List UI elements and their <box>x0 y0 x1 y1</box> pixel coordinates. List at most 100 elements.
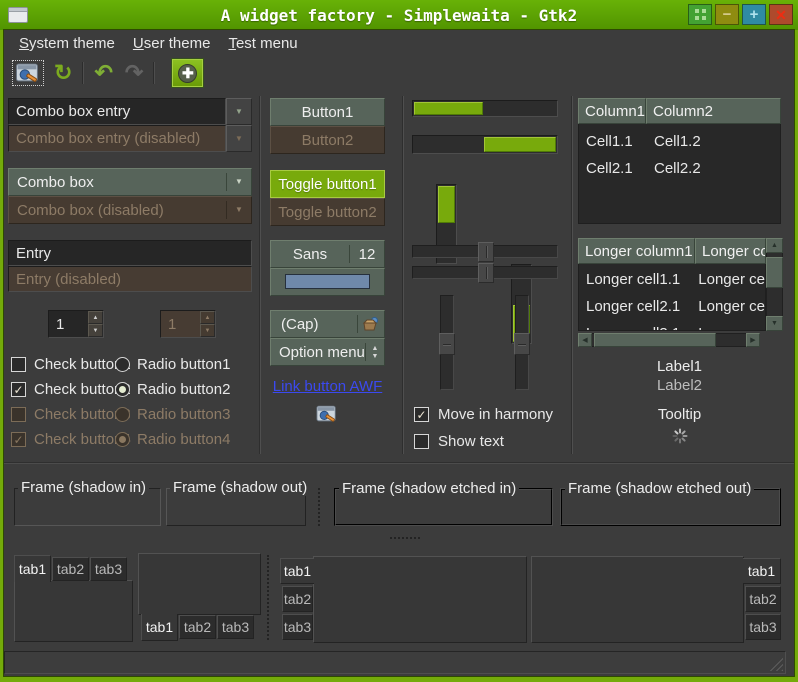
menu-user-theme[interactable]: User theme <box>124 32 220 55</box>
scale-handle[interactable] <box>478 263 494 283</box>
scrollbar-thumb[interactable] <box>594 333 716 347</box>
add-button[interactable]: ✚ <box>171 58 204 88</box>
menu-label: ser theme <box>144 35 211 52</box>
cell: Cell1.2 <box>645 133 701 150</box>
cell: Longer ce <box>693 271 765 288</box>
table-row[interactable]: Longer cell2.1 Longer ce <box>579 293 765 320</box>
combo-box-entry[interactable]: Combo box entry <box>8 98 226 125</box>
cell: Longer ce <box>693 325 765 331</box>
scroll-right-button[interactable]: ▶ <box>746 333 760 347</box>
app-window-icon <box>15 62 41 84</box>
tree1-header-column1[interactable]: Column1 <box>578 98 646 124</box>
combo-box-entry-arrow-button[interactable]: ▼ <box>226 98 252 125</box>
checkbox[interactable]: ✓ <box>414 407 429 422</box>
toggle-button1[interactable]: Toggle button1 <box>270 170 385 198</box>
spin-down-button[interactable]: ▼ <box>88 324 103 337</box>
table-row[interactable]: Cell2.1 Cell2.2 <box>579 155 780 182</box>
cell: Cell1.1 <box>579 133 645 150</box>
minimize-button[interactable]: − <box>715 4 739 25</box>
tree2-header-longer-column2[interactable]: Longer col <box>695 238 766 264</box>
table-row-partial[interactable]: Longer cell3.1 Longer ce <box>579 320 765 331</box>
radio-button[interactable] <box>115 357 130 372</box>
chevron-down-icon: ▼ <box>235 108 243 116</box>
scrollbar-thumb[interactable] <box>766 257 783 288</box>
combo-box-entry-disabled: Combo box entry (disabled) <box>8 125 226 152</box>
tab-top-3[interactable]: tab3 <box>90 557 127 581</box>
option-menu[interactable]: Option menu ▲ ▼ <box>270 338 385 366</box>
table-row[interactable]: Cell1.1 Cell1.2 <box>579 128 780 155</box>
horizontal-scale-1[interactable] <box>412 242 558 262</box>
shade-button[interactable] <box>688 4 712 25</box>
combo-text: Combo box (disabled) <box>9 202 226 219</box>
progress-fill <box>438 186 455 223</box>
link-button-awf[interactable]: Link button AWF <box>273 378 383 395</box>
scale-handle[interactable] <box>439 333 455 355</box>
notebook-left-content <box>313 556 527 643</box>
menu-system-theme[interactable]: System theme <box>10 32 124 55</box>
vertical-scale-2[interactable] <box>515 295 529 390</box>
tab-left-3[interactable]: tab3 <box>282 614 313 640</box>
spin-button[interactable]: 1 ▲ ▼ <box>48 310 104 338</box>
cell: Longer ce <box>693 298 765 315</box>
checkbox[interactable]: ✓ <box>11 382 26 397</box>
tooltip-label: Tooltip <box>578 406 781 423</box>
scroll-left-button[interactable]: ◀ <box>578 333 592 347</box>
scale-handle[interactable] <box>514 333 530 355</box>
menu-label: ystem theme <box>29 35 115 52</box>
toolbar-app-button[interactable] <box>12 60 44 86</box>
tab-top-2[interactable]: tab2 <box>52 557 89 581</box>
column-separator <box>402 96 404 454</box>
progress-fill <box>414 102 483 115</box>
cap-file-button[interactable]: (Cap) <box>270 310 385 338</box>
refresh-icon[interactable]: ↻ <box>54 62 72 84</box>
maximize-button[interactable]: + <box>742 4 766 25</box>
scale-handle[interactable] <box>478 242 494 262</box>
vertical-scrollbar[interactable]: ▲ ▼ <box>766 238 783 331</box>
tab-top-1[interactable]: tab1 <box>14 555 51 582</box>
button1[interactable]: Button1 <box>270 98 385 126</box>
tab-left-2[interactable]: tab2 <box>282 586 313 612</box>
undo-icon[interactable]: ↶ <box>94 62 112 84</box>
radio-label: Radio button4 <box>137 431 230 448</box>
tab-right-2[interactable]: tab2 <box>745 586 781 612</box>
checkbox-label: Move in harmony <box>438 406 553 423</box>
tab-bottom-3[interactable]: tab3 <box>217 615 254 639</box>
radio-label: Radio button2 <box>137 381 230 398</box>
tab-right-3[interactable]: tab3 <box>745 614 781 640</box>
cell: Longer cell3.1 <box>579 325 693 331</box>
handle-mark <box>518 344 526 346</box>
table-row[interactable]: Longer cell1.1 Longer ce <box>579 266 765 293</box>
radio-button[interactable] <box>115 382 130 397</box>
spin-up-button[interactable]: ▲ <box>88 311 103 324</box>
color-button[interactable] <box>270 268 385 296</box>
statusbar <box>4 651 786 674</box>
combo-box[interactable]: Combo box ▼ <box>8 168 252 196</box>
combo-entry-text: Combo box entry (disabled) <box>16 130 200 147</box>
horizontal-scale-2[interactable] <box>412 263 558 283</box>
scroll-down-button[interactable]: ▼ <box>766 316 783 331</box>
tab-right-1[interactable]: tab1 <box>743 558 781 584</box>
open-file-icon <box>362 316 380 332</box>
font-size: 12 <box>350 246 384 263</box>
font-button[interactable]: Sans 12 <box>270 240 385 268</box>
scroll-up-button[interactable]: ▲ <box>766 238 783 253</box>
plus-icon: ✚ <box>178 64 197 83</box>
vertical-scale-1[interactable] <box>440 295 454 390</box>
tree2-header-longer-column1[interactable]: Longer column1 <box>578 238 695 264</box>
toolbar-separator <box>82 62 84 84</box>
toolbar: ↻ ↶ ↷ ✚ <box>4 56 794 90</box>
entry-field[interactable]: Entry <box>8 240 252 266</box>
tab-bottom-1[interactable]: tab1 <box>141 614 178 641</box>
tab-bottom-2[interactable]: tab2 <box>179 615 216 639</box>
resize-grip[interactable] <box>768 656 783 671</box>
horizontal-scrollbar[interactable]: ◀ ▶ <box>578 333 760 347</box>
tree1-header-column2[interactable]: Column2 <box>646 98 781 124</box>
menu-test-menu[interactable]: Test menu <box>219 32 306 55</box>
window-controls: − + ✕ <box>688 4 793 25</box>
checkbox[interactable] <box>11 357 26 372</box>
button-divider <box>357 315 358 333</box>
checkbox[interactable] <box>414 434 429 449</box>
close-button[interactable]: ✕ <box>769 4 793 25</box>
tab-left-1[interactable]: tab1 <box>280 558 314 584</box>
app-image-button[interactable] <box>316 404 338 428</box>
